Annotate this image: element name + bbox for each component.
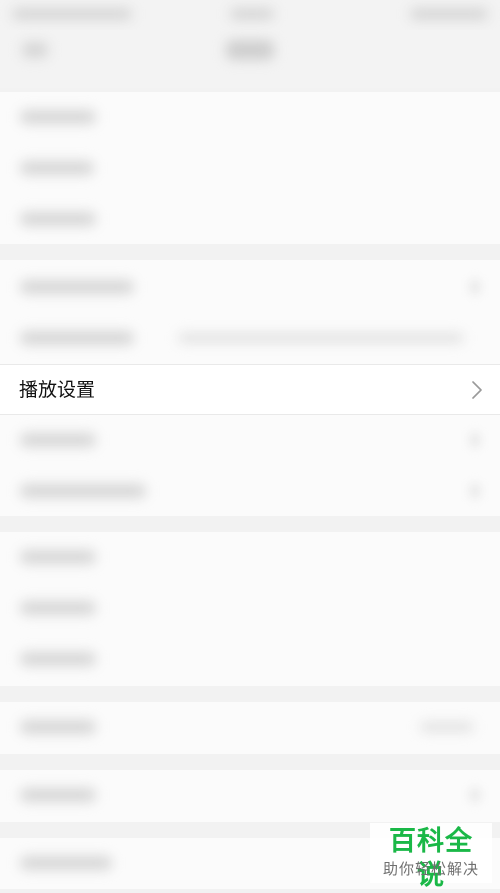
blurred-row-value — [178, 333, 464, 343]
back-button-placeholder[interactable] — [22, 42, 48, 58]
status-time-placeholder — [230, 8, 274, 20]
blurred-setting-row[interactable] — [0, 415, 500, 465]
page-title-placeholder — [226, 40, 274, 60]
blurred-setting-row[interactable] — [0, 194, 500, 244]
blurred-chevron-icon — [470, 280, 480, 294]
blurred-setting-row[interactable] — [0, 770, 500, 820]
status-battery-placeholder — [410, 8, 488, 20]
settings-group-4 — [0, 702, 500, 754]
blurred-row-label — [20, 280, 134, 294]
blurred-setting-row[interactable] — [0, 313, 500, 363]
blurred-row-label — [20, 720, 96, 734]
blurred-chevron-icon — [470, 484, 480, 498]
blurred-row-label — [20, 212, 96, 226]
watermark: 百科全说 助你轻松解决 — [370, 823, 492, 891]
nav-bar — [0, 30, 500, 88]
blurred-row-label — [20, 550, 96, 564]
blurred-row-value — [420, 722, 474, 732]
watermark-tagline: 助你轻松解决 — [382, 860, 479, 878]
blurred-row-label — [20, 788, 96, 802]
playback-settings-label: 播放设置 — [19, 379, 96, 401]
blurred-setting-row[interactable] — [0, 583, 500, 633]
blurred-setting-row[interactable] — [0, 262, 500, 312]
blurred-row-label — [20, 484, 146, 498]
playback-settings-row[interactable]: 播放设置 — [0, 364, 500, 415]
settings-group-5 — [0, 770, 500, 822]
blurred-setting-row[interactable] — [0, 702, 500, 752]
blurred-setting-row[interactable] — [0, 634, 500, 684]
status-carrier-placeholder — [12, 8, 132, 20]
blurred-setting-row[interactable] — [0, 143, 500, 193]
blurred-row-label — [20, 433, 96, 447]
chevron-right-icon — [472, 381, 482, 399]
blurred-setting-row[interactable] — [0, 532, 500, 582]
status-bar — [0, 0, 500, 30]
settings-group-3 — [0, 532, 500, 686]
settings-group-1 — [0, 92, 500, 244]
blurred-chevron-icon — [470, 433, 480, 447]
blurred-chevron-icon — [470, 788, 480, 802]
blurred-row-label — [20, 652, 96, 666]
blurred-row-label — [20, 856, 112, 870]
blurred-row-label — [20, 110, 96, 124]
blurred-row-label — [20, 161, 94, 175]
blurred-setting-row[interactable] — [0, 466, 500, 516]
blurred-setting-row[interactable] — [0, 92, 500, 142]
blurred-row-label — [20, 331, 134, 345]
blurred-row-label — [20, 601, 96, 615]
